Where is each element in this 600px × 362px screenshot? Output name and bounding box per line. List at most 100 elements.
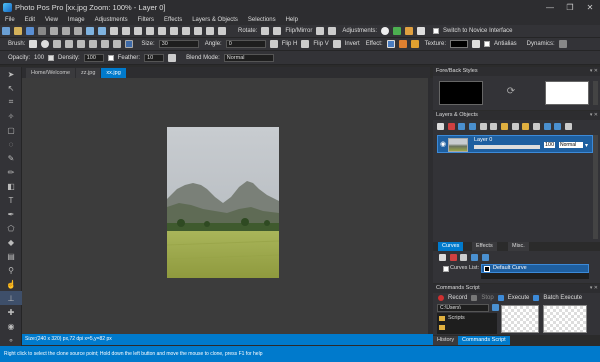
layer-row[interactable]: ◉ Layer 0 100 Normal ▾ xyxy=(437,135,593,153)
zoom-icon[interactable]: ⚬ xyxy=(0,333,22,347)
eye-icon[interactable]: ◉ xyxy=(0,319,22,333)
print-icon[interactable] xyxy=(38,27,46,35)
rotate-right-icon[interactable] xyxy=(158,27,166,35)
tab-commands-script[interactable]: Commands Script xyxy=(458,336,510,345)
dynamics-icon[interactable] xyxy=(558,40,567,48)
record-icon[interactable] xyxy=(438,295,444,301)
delete-curve-icon[interactable] xyxy=(449,254,457,261)
resize-icon[interactable] xyxy=(134,27,142,35)
stop-icon[interactable] xyxy=(471,295,478,301)
fore-back-scrollbar[interactable] xyxy=(593,81,598,105)
density-input[interactable]: 100 xyxy=(83,53,104,62)
menu-selections[interactable]: Selections xyxy=(243,17,281,23)
document-image[interactable] xyxy=(167,127,279,278)
brush-square-icon[interactable] xyxy=(29,40,38,48)
text-icon[interactable]: T xyxy=(0,193,22,207)
rect-select-icon[interactable]: ▢ xyxy=(0,123,22,137)
tab-effects[interactable]: Effects xyxy=(472,242,497,251)
batch-execute-button[interactable]: Batch Execute xyxy=(543,295,582,301)
layer-up-icon[interactable] xyxy=(458,123,466,130)
curves-list[interactable]: Default Curve xyxy=(481,264,589,273)
rotate-cw-icon[interactable] xyxy=(273,27,282,35)
path-nav-icon[interactable] xyxy=(492,304,499,311)
new-file-icon[interactable] xyxy=(2,27,10,35)
layer-mask-icon[interactable] xyxy=(511,123,519,130)
layer-name[interactable]: Layer 0 xyxy=(474,137,492,143)
foreground-color-swatch[interactable] xyxy=(439,81,483,105)
pen-icon[interactable]: ✒ xyxy=(0,207,22,221)
batch-execute-icon[interactable] xyxy=(533,295,540,301)
close-doc-icon[interactable] xyxy=(110,27,118,35)
brightness-icon[interactable] xyxy=(381,27,390,35)
crop-icon[interactable] xyxy=(122,27,130,35)
layer-align-icon[interactable] xyxy=(543,123,551,130)
minimize-button[interactable]: — xyxy=(540,0,560,14)
feather-checkbox[interactable] xyxy=(107,54,114,61)
invert-icon[interactable] xyxy=(332,40,341,48)
tab-history[interactable]: History xyxy=(433,336,459,345)
size-input[interactable]: 30 xyxy=(158,40,199,48)
copy-icon[interactable] xyxy=(62,27,70,35)
menu-edit[interactable]: Edit xyxy=(20,17,40,23)
menu-help[interactable]: Help xyxy=(281,17,303,23)
crop-icon[interactable]: ⌗ xyxy=(0,95,22,109)
layer-blend-select[interactable]: Normal xyxy=(559,142,583,148)
tab-curves[interactable]: Curves xyxy=(438,242,464,251)
tab-zz-jpg[interactable]: zz.jpg xyxy=(76,68,101,78)
effect-1-icon[interactable] xyxy=(398,40,407,48)
panel-controls-icon[interactable]: ▾ ✕ xyxy=(590,67,598,76)
menu-file[interactable]: File xyxy=(0,17,20,23)
menu-effects[interactable]: Effects xyxy=(159,17,187,23)
arrow-icon[interactable]: ➤ xyxy=(0,67,22,81)
smudge-icon[interactable]: ☝ xyxy=(0,277,22,291)
tab-home-welcome[interactable]: Home/Welcome xyxy=(26,68,76,78)
redo-icon[interactable] xyxy=(98,27,106,35)
save-icon[interactable] xyxy=(26,27,34,35)
layer-arrange-icon[interactable] xyxy=(554,123,562,130)
execute-button[interactable]: Execute xyxy=(508,295,530,301)
fit-icon[interactable] xyxy=(194,27,202,35)
close-button[interactable]: ✕ xyxy=(580,0,600,14)
layers-scrollbar[interactable] xyxy=(593,135,598,239)
script-thumbnail[interactable] xyxy=(543,305,587,333)
stop-button[interactable]: Stop xyxy=(481,295,493,301)
magic-wand-icon[interactable]: ✧ xyxy=(0,109,22,123)
execute-icon[interactable] xyxy=(497,295,504,301)
layer-props-icon[interactable] xyxy=(501,123,509,130)
zoom-in-icon[interactable] xyxy=(170,27,178,35)
brush-round-icon[interactable] xyxy=(41,40,50,48)
flipv-icon[interactable] xyxy=(301,40,310,48)
curve-up-icon[interactable] xyxy=(471,254,479,261)
fill-icon[interactable]: ◆ xyxy=(0,235,22,249)
grid-icon[interactable] xyxy=(206,27,214,35)
tab-misc[interactable]: Misc. xyxy=(508,242,529,251)
layers-panel-controls-icon[interactable]: ▾ ✕ xyxy=(590,111,598,120)
record-button[interactable]: Record xyxy=(448,295,467,301)
edit-curve-icon[interactable] xyxy=(460,254,468,261)
brush-heart-icon[interactable] xyxy=(77,40,86,48)
script-thumbnail[interactable] xyxy=(501,305,539,333)
merge-layer-icon[interactable] xyxy=(490,123,498,130)
menu-image[interactable]: Image xyxy=(63,17,90,23)
lasso-icon[interactable]: ◌ xyxy=(0,137,22,151)
tab-xx-jpg[interactable]: xx.jpg xyxy=(101,68,126,78)
texture-pick-icon[interactable] xyxy=(471,40,480,48)
texture-swatch[interactable] xyxy=(449,40,468,48)
curves-list-checkbox[interactable] xyxy=(443,266,449,272)
commands-panel-controls-icon[interactable]: ▾ ✕ xyxy=(590,284,598,293)
brush-drop-icon[interactable] xyxy=(89,40,98,48)
brush-diamond-icon[interactable] xyxy=(65,40,74,48)
swap-colors-icon[interactable]: ⟳ xyxy=(503,86,519,100)
eraser-icon[interactable]: ◧ xyxy=(0,179,22,193)
menu-layers-objects[interactable]: Layers & Objects xyxy=(187,17,243,23)
pencil-icon[interactable]: ✏ xyxy=(0,165,22,179)
gradient-icon[interactable]: ▤ xyxy=(0,249,22,263)
brush-soft-icon[interactable] xyxy=(53,40,62,48)
heal-icon[interactable]: ✚ xyxy=(0,305,22,319)
layer-down-icon[interactable] xyxy=(469,123,477,130)
zoom-out-icon[interactable] xyxy=(182,27,190,35)
layer-effect-icon[interactable] xyxy=(522,123,530,130)
folder-scripts[interactable]: Scripts xyxy=(448,315,465,321)
menu-filters[interactable]: Filters xyxy=(133,17,159,23)
paste-icon[interactable] xyxy=(74,27,82,35)
